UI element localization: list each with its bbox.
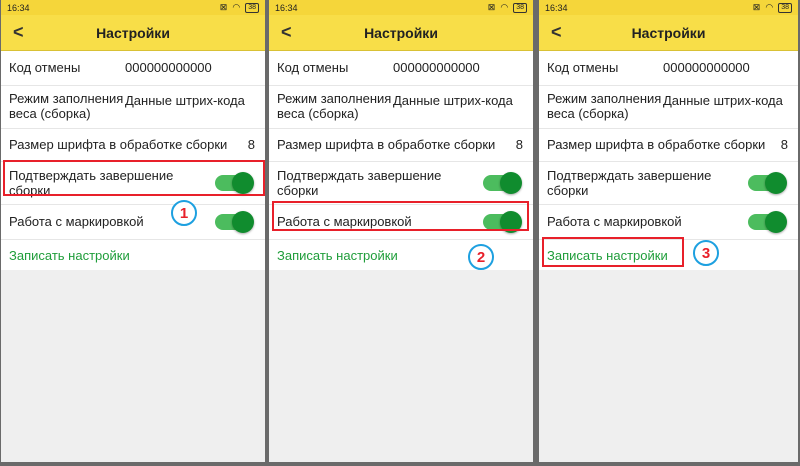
phone-screen-2: 16:34 ⊠ ◠ 38 < Настройки Код отмены 0000… xyxy=(269,0,533,462)
marking-toggle[interactable] xyxy=(748,211,787,233)
phone-screen-1: 16:34 ⊠ ◠ 38 < Настройки Код отмены 0000… xyxy=(1,0,265,462)
setting-label: Работа с маркировкой xyxy=(547,214,682,229)
toggle-knob xyxy=(765,211,787,233)
app-bar: < Настройки xyxy=(1,15,265,51)
page-title: Настройки xyxy=(96,24,170,41)
save-settings-row: Записать настройки xyxy=(1,240,265,270)
setting-marking: Работа с маркировкой xyxy=(539,205,798,240)
battery-icon: 38 xyxy=(513,2,527,13)
toggle-knob xyxy=(765,172,787,194)
setting-value: Данные штрих-кода xyxy=(125,93,245,108)
setting-value: 000000000000 xyxy=(125,60,212,75)
setting-value: 000000000000 xyxy=(663,60,750,75)
setting-label: Код отмены xyxy=(9,60,81,75)
save-settings-link[interactable]: Записать настройки xyxy=(277,248,398,263)
confirm-completion-toggle[interactable] xyxy=(748,172,787,194)
setting-weight-mode[interactable]: Режим заполнения веса (сборка) Данные шт… xyxy=(269,86,533,129)
setting-value: 8 xyxy=(247,137,255,152)
status-time: 16:34 xyxy=(275,2,298,13)
highlight-frame-confirm xyxy=(3,160,265,196)
status-bar: 16:34 ⊠ ◠ 38 xyxy=(539,0,798,15)
status-time: 16:34 xyxy=(545,2,568,13)
step-badge-1: 1 xyxy=(171,200,197,226)
setting-label: Размер шрифта в обработке сборки xyxy=(277,137,496,152)
setting-value: Данные штрих-кода xyxy=(663,93,783,108)
app-bar: < Настройки xyxy=(539,15,798,51)
notification-icon: ⊠ xyxy=(487,2,496,12)
setting-font-size[interactable]: Размер шрифта в обработке сборки 8 xyxy=(269,129,533,162)
page-title: Настройки xyxy=(631,24,706,41)
setting-marking: Работа с маркировкой xyxy=(1,205,265,240)
setting-label: Режим заполнения веса (сборка) xyxy=(547,91,662,121)
back-arrow-icon[interactable]: < xyxy=(551,22,562,43)
settings-list: Код отмены 000000000000 Режим заполнения… xyxy=(269,51,533,270)
setting-cancel-code[interactable]: Код отмены 000000000000 xyxy=(269,51,533,86)
setting-value: 8 xyxy=(780,137,788,152)
save-settings-link[interactable]: Записать настройки xyxy=(9,248,130,263)
setting-font-size[interactable]: Размер шрифта в обработке сборки 8 xyxy=(539,129,798,162)
battery-icon: 38 xyxy=(778,2,792,13)
status-time: 16:34 xyxy=(7,2,30,13)
highlight-frame-marking xyxy=(272,201,529,231)
step-badge-2: 2 xyxy=(468,244,494,270)
setting-value: Данные штрих-кода xyxy=(393,93,513,108)
notification-icon: ⊠ xyxy=(219,2,228,12)
setting-weight-mode[interactable]: Режим заполнения веса (сборка) Данные шт… xyxy=(1,86,265,129)
notification-icon: ⊠ xyxy=(752,2,761,12)
app-bar: < Настройки xyxy=(269,15,533,51)
phone-screen-3: 16:34 ⊠ ◠ 38 < Настройки Код отмены 0000… xyxy=(539,0,798,462)
status-bar: 16:34 ⊠ ◠ 38 xyxy=(1,0,265,15)
wifi-icon: ◠ xyxy=(765,2,774,12)
setting-label: Код отмены xyxy=(277,60,349,75)
status-bar: 16:34 ⊠ ◠ 38 xyxy=(269,0,533,15)
setting-cancel-code[interactable]: Код отмены 000000000000 xyxy=(539,51,798,86)
setting-font-size[interactable]: Размер шрифта в обработке сборки 8 xyxy=(1,129,265,162)
back-arrow-icon[interactable]: < xyxy=(281,22,292,43)
step-badge-3: 3 xyxy=(693,240,719,266)
setting-label: Режим заполнения веса (сборка) xyxy=(277,91,392,121)
setting-value: 000000000000 xyxy=(393,60,480,75)
setting-confirm-completion: Подтверждать завершение сборки xyxy=(539,162,798,205)
setting-weight-mode[interactable]: Режим заполнения веса (сборка) Данные шт… xyxy=(539,86,798,129)
setting-cancel-code[interactable]: Код отмены 000000000000 xyxy=(1,51,265,86)
setting-value: 8 xyxy=(515,137,523,152)
page-title: Настройки xyxy=(364,24,438,41)
setting-label: Режим заполнения веса (сборка) xyxy=(9,91,124,121)
highlight-frame-save xyxy=(542,237,684,267)
setting-label: Подтверждать завершение сборки xyxy=(547,168,712,198)
setting-label: Размер шрифта в обработке сборки xyxy=(547,137,766,152)
setting-label: Подтверждать завершение сборки xyxy=(277,168,442,198)
setting-label: Размер шрифта в обработке сборки xyxy=(9,137,228,152)
wifi-icon: ◠ xyxy=(500,2,509,12)
confirm-completion-toggle[interactable] xyxy=(483,172,522,194)
wifi-icon: ◠ xyxy=(232,2,241,12)
setting-label: Код отмены xyxy=(547,60,619,75)
setting-confirm-completion: Подтверждать завершение сборки xyxy=(269,162,533,205)
battery-icon: 38 xyxy=(245,2,259,13)
toggle-knob xyxy=(232,211,254,233)
back-arrow-icon[interactable]: < xyxy=(13,22,24,43)
marking-toggle[interactable] xyxy=(215,211,254,233)
setting-label: Работа с маркировкой xyxy=(9,214,144,229)
toggle-knob xyxy=(500,172,522,194)
